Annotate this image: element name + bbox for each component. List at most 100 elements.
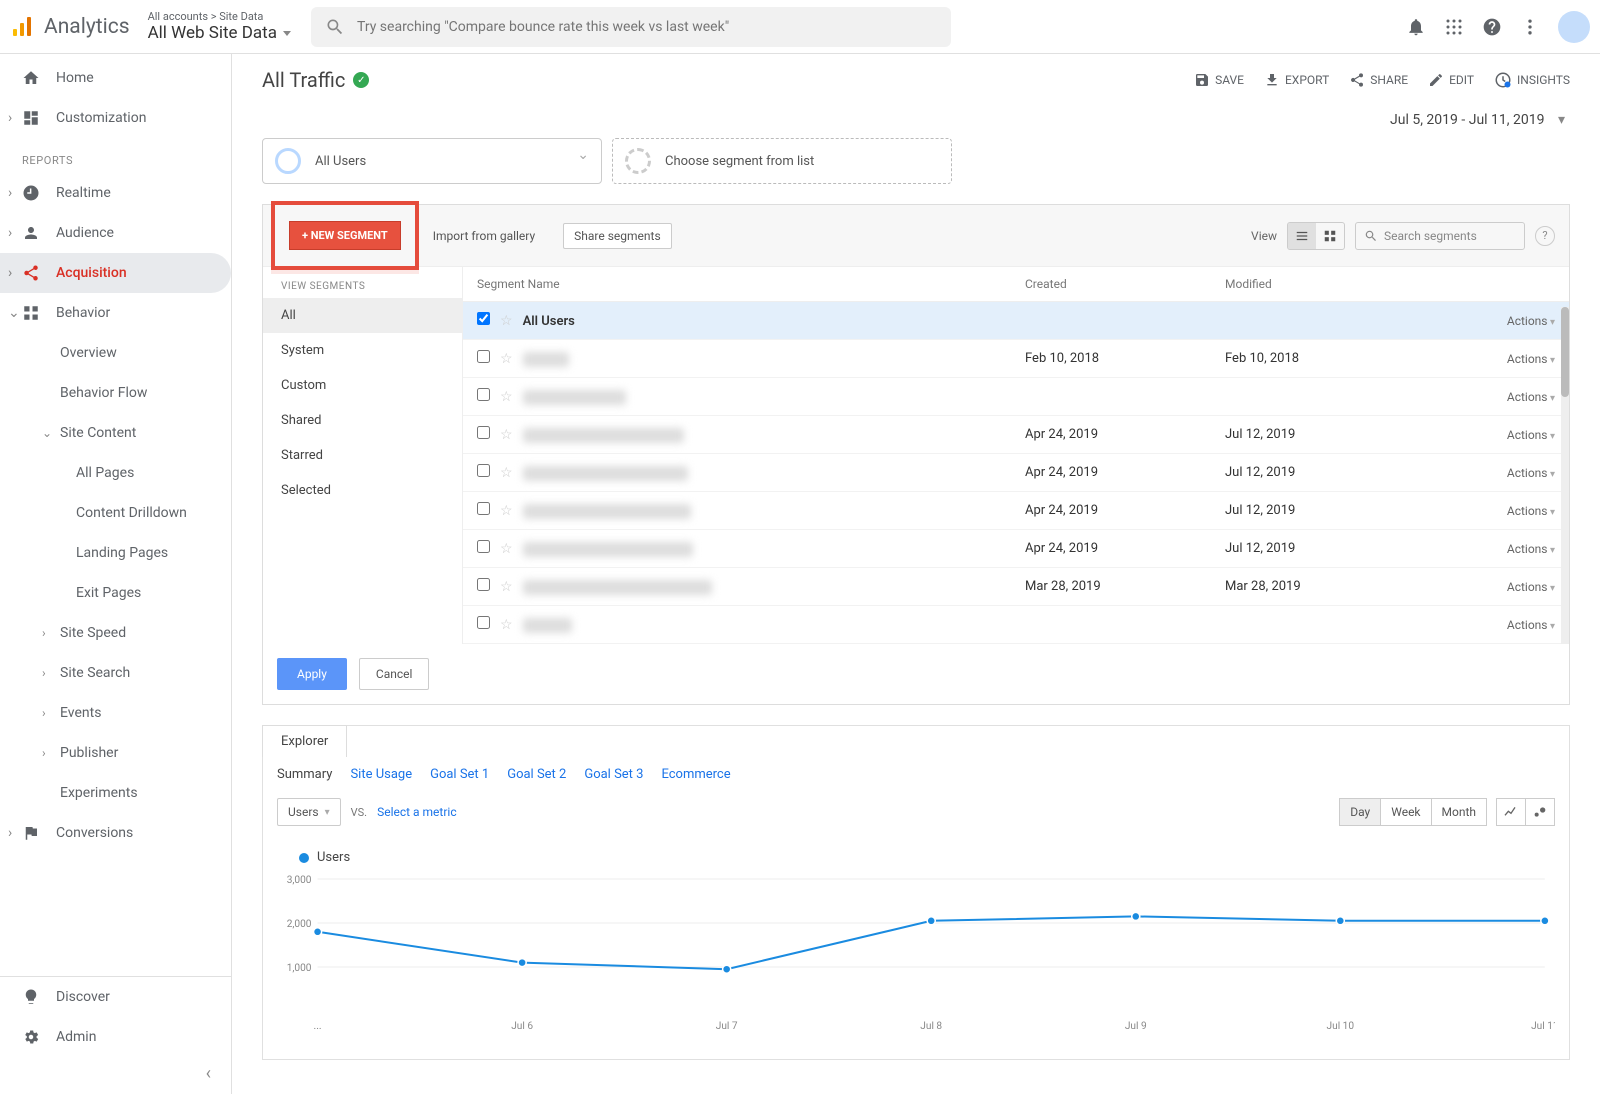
segment-row[interactable]: ☆hidden segment seven long labelMar 28, … [463, 568, 1569, 606]
segment-filter-all[interactable]: All [263, 298, 462, 333]
line-chart-button[interactable] [1496, 798, 1526, 826]
star-icon[interactable]: ☆ [500, 617, 513, 633]
segment-checkbox[interactable] [477, 312, 490, 325]
segment-checkbox[interactable] [477, 464, 490, 477]
subtab-summary[interactable]: Summary [277, 767, 332, 782]
star-icon[interactable]: ☆ [500, 351, 513, 367]
star-icon[interactable]: ☆ [500, 389, 513, 405]
period-week[interactable]: Week [1380, 798, 1431, 826]
save-button[interactable]: SAVE [1194, 71, 1244, 89]
segment-actions-menu[interactable]: Actions [1425, 314, 1555, 328]
insights-button[interactable]: INSIGHTS [1494, 71, 1570, 89]
segment-chip-all-users[interactable]: All Users ⌄ [262, 138, 602, 184]
subtab-goal-set-2[interactable]: Goal Set 2 [507, 767, 566, 782]
edit-button[interactable]: EDIT [1428, 71, 1474, 89]
nav-site-search[interactable]: ›Site Search [0, 653, 231, 693]
segment-row[interactable]: ☆hidden segment six name xxxApr 24, 2019… [463, 530, 1569, 568]
list-view-button[interactable] [1288, 223, 1316, 249]
col-created[interactable]: Created [1025, 277, 1225, 291]
period-day[interactable]: Day [1339, 798, 1381, 826]
segment-actions-menu[interactable]: Actions [1425, 618, 1555, 632]
cancel-button[interactable]: Cancel [359, 658, 430, 690]
import-from-gallery-link[interactable]: Import from gallery [423, 224, 545, 248]
account-selector[interactable]: All accounts > Site Data All Web Site Da… [148, 10, 291, 43]
col-segment-name[interactable]: Segment Name [477, 277, 1025, 291]
segment-actions-menu[interactable]: Actions [1425, 580, 1555, 594]
segment-actions-menu[interactable]: Actions [1425, 428, 1555, 442]
nav-conversions[interactable]: Conversions [0, 813, 231, 853]
segment-row[interactable]: ☆hidden1Feb 10, 2018Feb 10, 2018Actions [463, 340, 1569, 378]
nav-behavior[interactable]: Behavior [0, 293, 231, 333]
segment-actions-menu[interactable]: Actions [1425, 504, 1555, 518]
help-icon[interactable] [1482, 17, 1502, 37]
nav-behavior-flow[interactable]: Behavior Flow [0, 373, 231, 413]
segment-filter-starred[interactable]: Starred [263, 438, 462, 473]
apps-grid-icon[interactable] [1444, 17, 1464, 37]
nav-admin[interactable]: Admin [0, 1017, 231, 1057]
nav-discover[interactable]: Discover [0, 977, 231, 1017]
segment-checkbox[interactable] [477, 426, 490, 439]
more-vert-icon[interactable] [1520, 17, 1540, 37]
segment-row[interactable]: ☆hidden segment four name xApr 24, 2019J… [463, 454, 1569, 492]
share-button[interactable]: SHARE [1349, 71, 1408, 89]
segment-row[interactable]: ☆All UsersActions [463, 302, 1569, 340]
segment-checkbox[interactable] [477, 578, 490, 591]
motion-chart-button[interactable] [1525, 798, 1555, 826]
user-avatar[interactable] [1558, 11, 1590, 43]
segment-checkbox[interactable] [477, 540, 490, 553]
col-modified[interactable]: Modified [1225, 277, 1425, 291]
segment-filter-custom[interactable]: Custom [263, 368, 462, 403]
primary-metric-selector[interactable]: Users▾ [277, 798, 341, 826]
nav-publisher[interactable]: ›Publisher [0, 733, 231, 773]
nav-customization[interactable]: Customization [0, 98, 231, 138]
segment-row[interactable]: ☆hidden segment five name xxApr 24, 2019… [463, 492, 1569, 530]
global-search[interactable] [311, 7, 951, 47]
star-icon[interactable]: ☆ [500, 579, 513, 595]
star-icon[interactable]: ☆ [500, 465, 513, 481]
star-icon[interactable]: ☆ [500, 427, 513, 443]
segment-row[interactable]: ☆hidden segment three nameApr 24, 2019Ju… [463, 416, 1569, 454]
nav-exit-pages[interactable]: Exit Pages [0, 573, 231, 613]
period-month[interactable]: Month [1431, 798, 1487, 826]
subtab-ecommerce[interactable]: Ecommerce [661, 767, 730, 782]
nav-realtime[interactable]: Realtime [0, 173, 231, 213]
collapse-nav-icon[interactable]: ‹ [0, 1057, 231, 1094]
segment-actions-menu[interactable]: Actions [1425, 542, 1555, 556]
segment-actions-menu[interactable]: Actions [1425, 390, 1555, 404]
account-name-dropdown[interactable]: All Web Site Data [148, 23, 291, 43]
export-button[interactable]: EXPORT [1264, 71, 1329, 89]
segment-chip-add[interactable]: Choose segment from list [612, 138, 952, 184]
segment-row[interactable]: ☆hidden 8Actions [463, 606, 1569, 644]
segment-filter-system[interactable]: System [263, 333, 462, 368]
apply-button[interactable]: Apply [277, 658, 347, 690]
segment-checkbox[interactable] [477, 388, 490, 401]
segment-actions-menu[interactable]: Actions [1425, 466, 1555, 480]
subtab-site-usage[interactable]: Site Usage [350, 767, 412, 782]
explorer-tab[interactable]: Explorer [262, 725, 347, 757]
segment-checkbox[interactable] [477, 616, 490, 629]
nav-events[interactable]: ›Events [0, 693, 231, 733]
nav-audience[interactable]: Audience [0, 213, 231, 253]
segment-filter-selected[interactable]: Selected [263, 473, 462, 508]
nav-site-speed[interactable]: ›Site Speed [0, 613, 231, 653]
subtab-goal-set-1[interactable]: Goal Set 1 [430, 767, 489, 782]
notifications-icon[interactable] [1406, 17, 1426, 37]
nav-behavior-overview[interactable]: Overview [0, 333, 231, 373]
search-segments-input[interactable]: Search segments [1355, 222, 1525, 250]
segment-actions-menu[interactable]: Actions [1425, 352, 1555, 366]
star-icon[interactable]: ☆ [500, 541, 513, 557]
grid-view-button[interactable] [1316, 223, 1344, 249]
nav-acquisition[interactable]: Acquisition [0, 253, 231, 293]
subtab-goal-set-3[interactable]: Goal Set 3 [584, 767, 643, 782]
star-icon[interactable]: ☆ [500, 503, 513, 519]
nav-experiments[interactable]: Experiments [0, 773, 231, 813]
table-scrollbar[interactable] [1561, 307, 1569, 644]
segment-checkbox[interactable] [477, 502, 490, 515]
segment-row[interactable]: ☆hidden segment 2Actions [463, 378, 1569, 416]
star-icon[interactable]: ☆ [500, 313, 513, 329]
select-metric-link[interactable]: Select a metric [377, 805, 457, 819]
segment-filter-shared[interactable]: Shared [263, 403, 462, 438]
help-icon[interactable]: ? [1535, 226, 1555, 246]
search-input[interactable] [357, 19, 937, 35]
nav-landing-pages[interactable]: Landing Pages [0, 533, 231, 573]
